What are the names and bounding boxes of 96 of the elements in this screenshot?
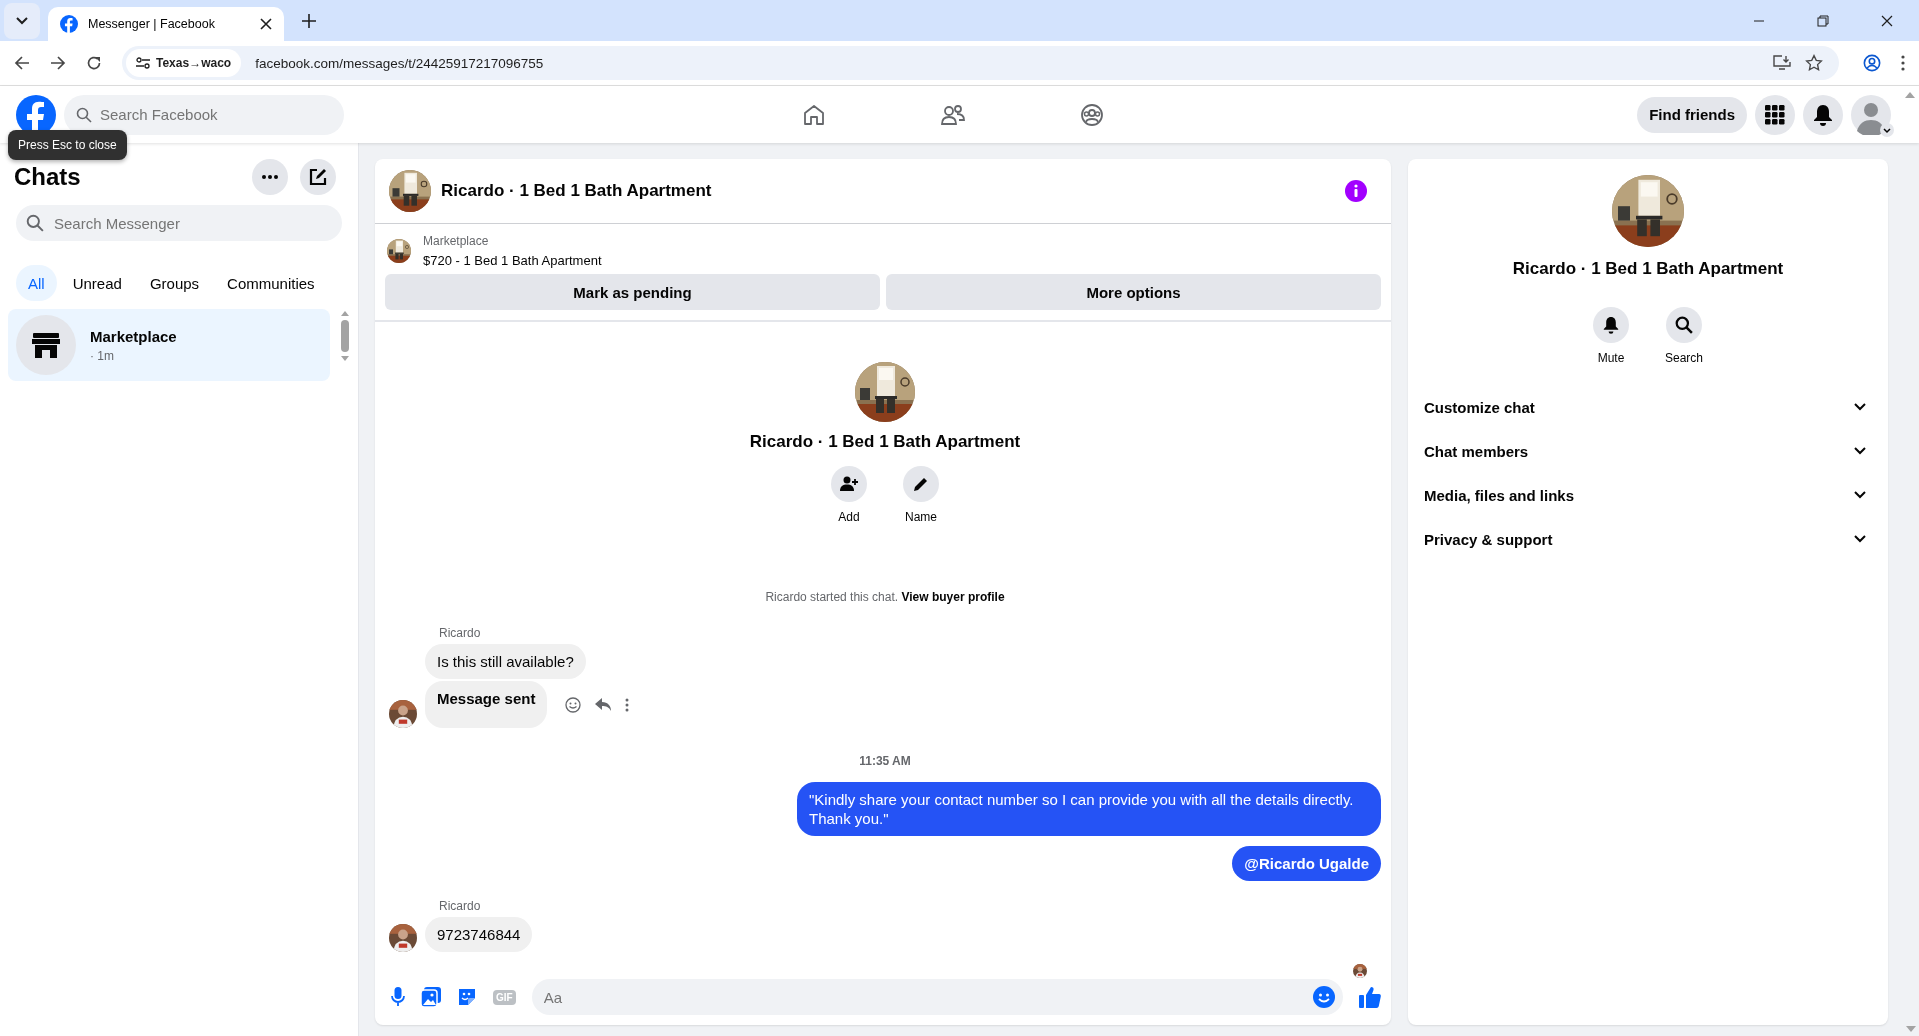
site-info-chip[interactable]: Texas→waco <box>126 49 242 77</box>
view-buyer-profile-link[interactable]: View buyer profile <box>901 590 1005 604</box>
star-icon[interactable] <box>1805 54 1823 72</box>
chat-time: · 1m <box>90 348 115 363</box>
section-header[interactable]: Customize chat <box>1424 385 1872 429</box>
mute-button[interactable] <box>1593 307 1629 343</box>
button-label: Search <box>1665 351 1703 365</box>
button-label: Name <box>905 510 937 524</box>
listing-action-button[interactable]: Mark as pending <box>385 274 880 310</box>
add-person-icon <box>840 476 858 492</box>
caret-icon <box>1880 122 1894 137</box>
add-button[interactable] <box>831 466 867 502</box>
site-label: Texas→waco <box>156 56 232 70</box>
account-button[interactable] <box>1851 94 1891 135</box>
chat-start-note: Ricardo started this chat. View buyer profile <box>764 590 1006 604</box>
install-app-icon[interactable] <box>1773 55 1791 71</box>
scrollbar-thumb[interactable] <box>341 320 349 352</box>
new-message-button[interactable] <box>300 159 336 195</box>
tab-list-icon[interactable] <box>4 2 40 39</box>
filter-tab[interactable]: Communities <box>215 265 327 301</box>
message-bubble: "Kindly share your contact number so I can provide you with all the details directly. Thank you." <box>797 782 1381 836</box>
search-icon <box>76 106 92 123</box>
chat-name: Marketplace <box>90 327 177 345</box>
listing-source: Marketplace <box>423 234 490 248</box>
chats-title: Chats <box>14 163 82 191</box>
more-icon <box>262 175 278 179</box>
compose-icon <box>308 167 328 187</box>
filter-tab[interactable]: All <box>16 265 57 301</box>
message-bubble: 9723746844 <box>425 917 533 952</box>
sender-name: Ricardo <box>439 626 482 640</box>
emoji-icon[interactable] <box>1313 986 1335 1008</box>
bell-icon <box>1813 103 1833 126</box>
search-icon <box>26 214 44 232</box>
pencil-icon <box>913 476 929 492</box>
thumbs-up-icon[interactable] <box>1359 986 1381 1008</box>
find-friends-button[interactable]: Find friends <box>1637 96 1747 133</box>
message-bubble: Is this still available? <box>425 644 586 679</box>
info-icon[interactable] <box>1345 180 1367 202</box>
search-field[interactable]: Search Facebook <box>64 94 344 135</box>
button-label: Mute <box>1597 351 1625 365</box>
message-bubble: @Ricardo Ugalde <box>1232 846 1381 881</box>
home-icon[interactable] <box>802 102 826 127</box>
browser-tab[interactable]: Messenger | Facebook <box>48 7 284 41</box>
section-title: Customize chat <box>1424 398 1535 416</box>
reload-icon[interactable] <box>86 55 102 71</box>
avatar-icon <box>1851 94 1891 135</box>
photo-icon[interactable] <box>421 987 441 1007</box>
facebook-logo-icon <box>60 15 78 33</box>
section-header[interactable]: Media, files and links <box>1424 473 1872 517</box>
store-icon <box>16 315 76 375</box>
name-button[interactable] <box>903 466 939 502</box>
close-icon[interactable] <box>1881 14 1893 27</box>
contact-name: Ricardo · 1 Bed 1 Bath Apartment <box>1512 259 1784 279</box>
section-header[interactable]: Chat members <box>1424 429 1872 473</box>
section-title: Chat members <box>1424 442 1529 460</box>
message-bubble: Message sent <box>425 681 548 728</box>
emoji-icon[interactable] <box>565 696 582 713</box>
notifications-button[interactable] <box>1803 94 1843 135</box>
new-tab-icon[interactable] <box>302 13 316 28</box>
listing-title: $720 - 1 Bed 1 Bath Apartment <box>423 253 602 268</box>
contact-name: Ricardo · 1 Bed 1 Bath Apartment <box>749 432 1021 452</box>
conversation-title: Ricardo · 1 Bed 1 Bath Apartment <box>441 181 713 201</box>
more-options-button[interactable] <box>252 159 288 195</box>
sticker-icon[interactable] <box>457 987 477 1007</box>
section-header[interactable]: Privacy & support <box>1424 517 1872 561</box>
message-input[interactable]: Aa <box>531 979 1343 1015</box>
address-bar[interactable]: Texas→waco facebook.com/messages/t/24425917217096755 <box>122 46 1839 80</box>
friends-icon[interactable] <box>940 102 966 127</box>
url-text: facebook.com/messages/t/24425917217096755 <box>255 55 544 71</box>
grid-icon <box>1765 104 1785 125</box>
restore-icon[interactable] <box>1817 14 1829 27</box>
back-arrow-icon[interactable] <box>14 55 30 71</box>
close-icon[interactable] <box>260 18 272 30</box>
listing-action-button[interactable]: More options <box>886 274 1381 310</box>
forward-arrow-icon[interactable] <box>50 55 66 71</box>
more-icon[interactable] <box>1901 55 1905 71</box>
message-timestamp: 11:35 AM <box>859 754 911 768</box>
button-label: Add <box>838 510 860 524</box>
filter-tab[interactable]: Groups <box>137 265 212 301</box>
profile-icon[interactable] <box>1863 54 1881 72</box>
reply-icon[interactable] <box>595 697 612 712</box>
section-title: Privacy & support <box>1424 530 1553 548</box>
groups-icon[interactable] <box>1080 102 1104 127</box>
sender-name: Ricardo <box>439 899 482 913</box>
tune-icon <box>136 57 150 69</box>
filter-tab[interactable]: Unread <box>60 265 134 301</box>
bell-icon <box>1603 316 1619 334</box>
chat-list-item[interactable]: Marketplace · 1m <box>8 309 330 381</box>
search-icon <box>1675 316 1693 334</box>
search-field[interactable]: Search Messenger <box>16 205 342 241</box>
menu-button[interactable] <box>1755 94 1795 135</box>
more-icon[interactable] <box>625 697 630 712</box>
section-title: Media, files and links <box>1424 486 1575 504</box>
search-button[interactable] <box>1666 307 1702 343</box>
microphone-icon[interactable] <box>391 987 405 1007</box>
tooltip: Press Esc to close <box>8 130 127 160</box>
